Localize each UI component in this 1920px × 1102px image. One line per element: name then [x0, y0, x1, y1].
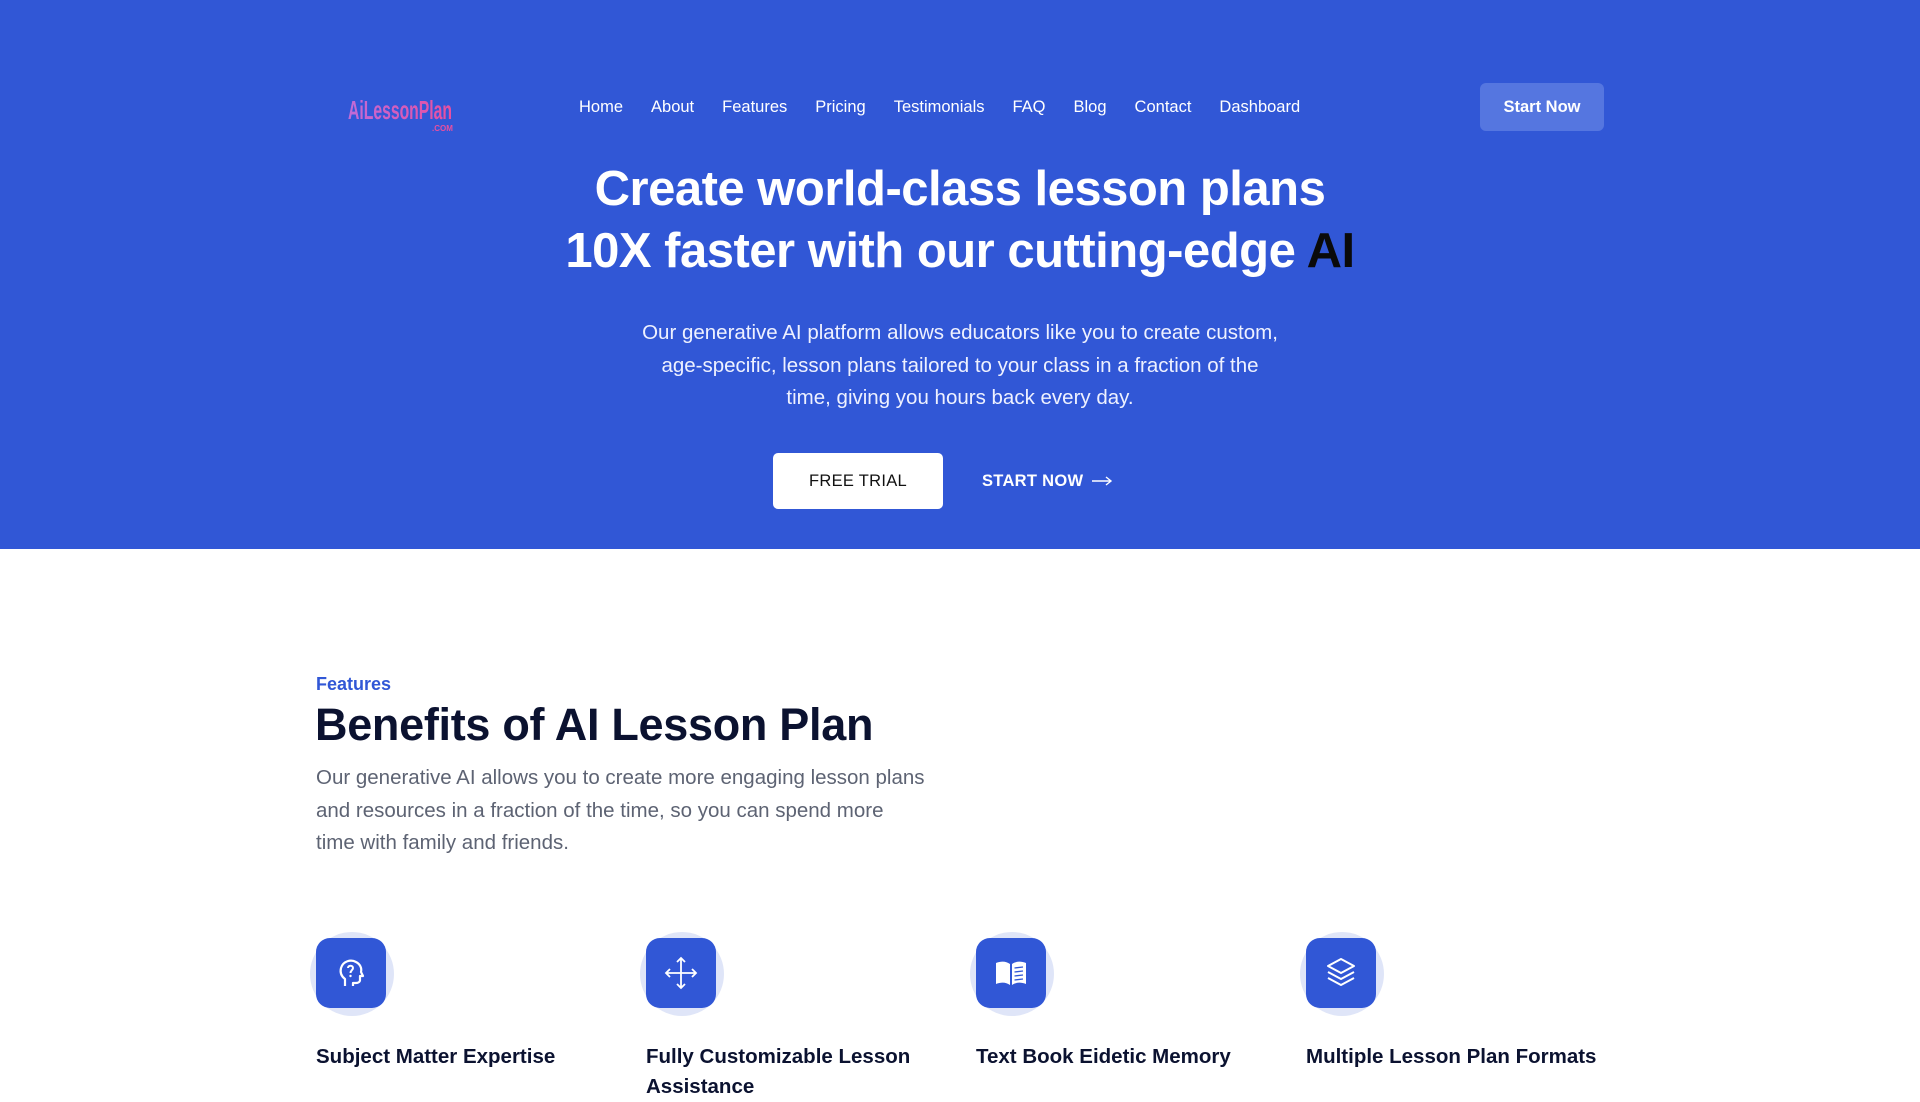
- nav-home[interactable]: Home: [579, 96, 623, 118]
- feature-card: Multiple Lesson Plan Formats: [1300, 932, 1606, 1068]
- hero-subtext: Our generative AI platform allows educat…: [642, 321, 1278, 409]
- feature-card: Subject Matter Expertise: [310, 932, 616, 1068]
- head-question-icon: [316, 938, 386, 1008]
- nav-pricing[interactable]: Pricing: [815, 96, 865, 118]
- start-now-button[interactable]: Start Now: [1480, 83, 1604, 131]
- nav-testimonials[interactable]: Testimonials: [894, 96, 985, 118]
- features-title: Benefits of AI Lesson Plan: [315, 699, 874, 750]
- feature-card: Text Book Eidetic Memory: [970, 932, 1276, 1068]
- headline-line-1: Create world-class lesson plans: [594, 162, 1326, 216]
- feature-title: Fully Customizable Lesson Assistance: [646, 1045, 911, 1098]
- arrow-right-icon: [1092, 476, 1113, 486]
- headline-line-2: 10X faster with our cutting-edge: [565, 224, 1296, 278]
- main-nav: Home About Features Pricing Testimonials…: [579, 96, 1328, 118]
- nav-features[interactable]: Features: [722, 96, 787, 118]
- nav-blog[interactable]: Blog: [1074, 96, 1107, 118]
- features-description: Our generative AI allows you to create m…: [316, 766, 925, 854]
- move-arrows-icon: [646, 938, 716, 1008]
- hero-headline: Create world-class lesson plans 10X fast…: [0, 158, 1920, 282]
- svg-text:AiLessonPlan: AiLessonPlan: [348, 95, 452, 125]
- nav-dashboard[interactable]: Dashboard: [1219, 96, 1300, 118]
- free-trial-button[interactable]: FREE TRIAL: [773, 453, 943, 509]
- svg-text:.COM: .COM: [432, 124, 453, 133]
- start-now-link[interactable]: START NOW: [982, 470, 1113, 492]
- logo-icon: AiLessonPlan .COM: [348, 95, 453, 133]
- site-logo[interactable]: AiLessonPlan .COM: [346, 88, 458, 134]
- open-book-icon: [976, 938, 1046, 1008]
- nav-contact[interactable]: Contact: [1135, 96, 1192, 118]
- start-now-link-label: START NOW: [982, 471, 1084, 490]
- features-eyebrow: Features: [316, 674, 392, 694]
- nav-about[interactable]: About: [651, 96, 694, 118]
- feature-title: Text Book Eidetic Memory: [976, 1045, 1231, 1068]
- feature-title: Multiple Lesson Plan Formats: [1306, 1045, 1597, 1068]
- nav-faq[interactable]: FAQ: [1013, 96, 1046, 118]
- feature-title: Subject Matter Expertise: [316, 1045, 556, 1068]
- headline-highlight: AI: [1306, 224, 1356, 278]
- feature-card: Fully Customizable Lesson Assistance: [640, 932, 946, 1098]
- layers-icon: [1306, 938, 1376, 1008]
